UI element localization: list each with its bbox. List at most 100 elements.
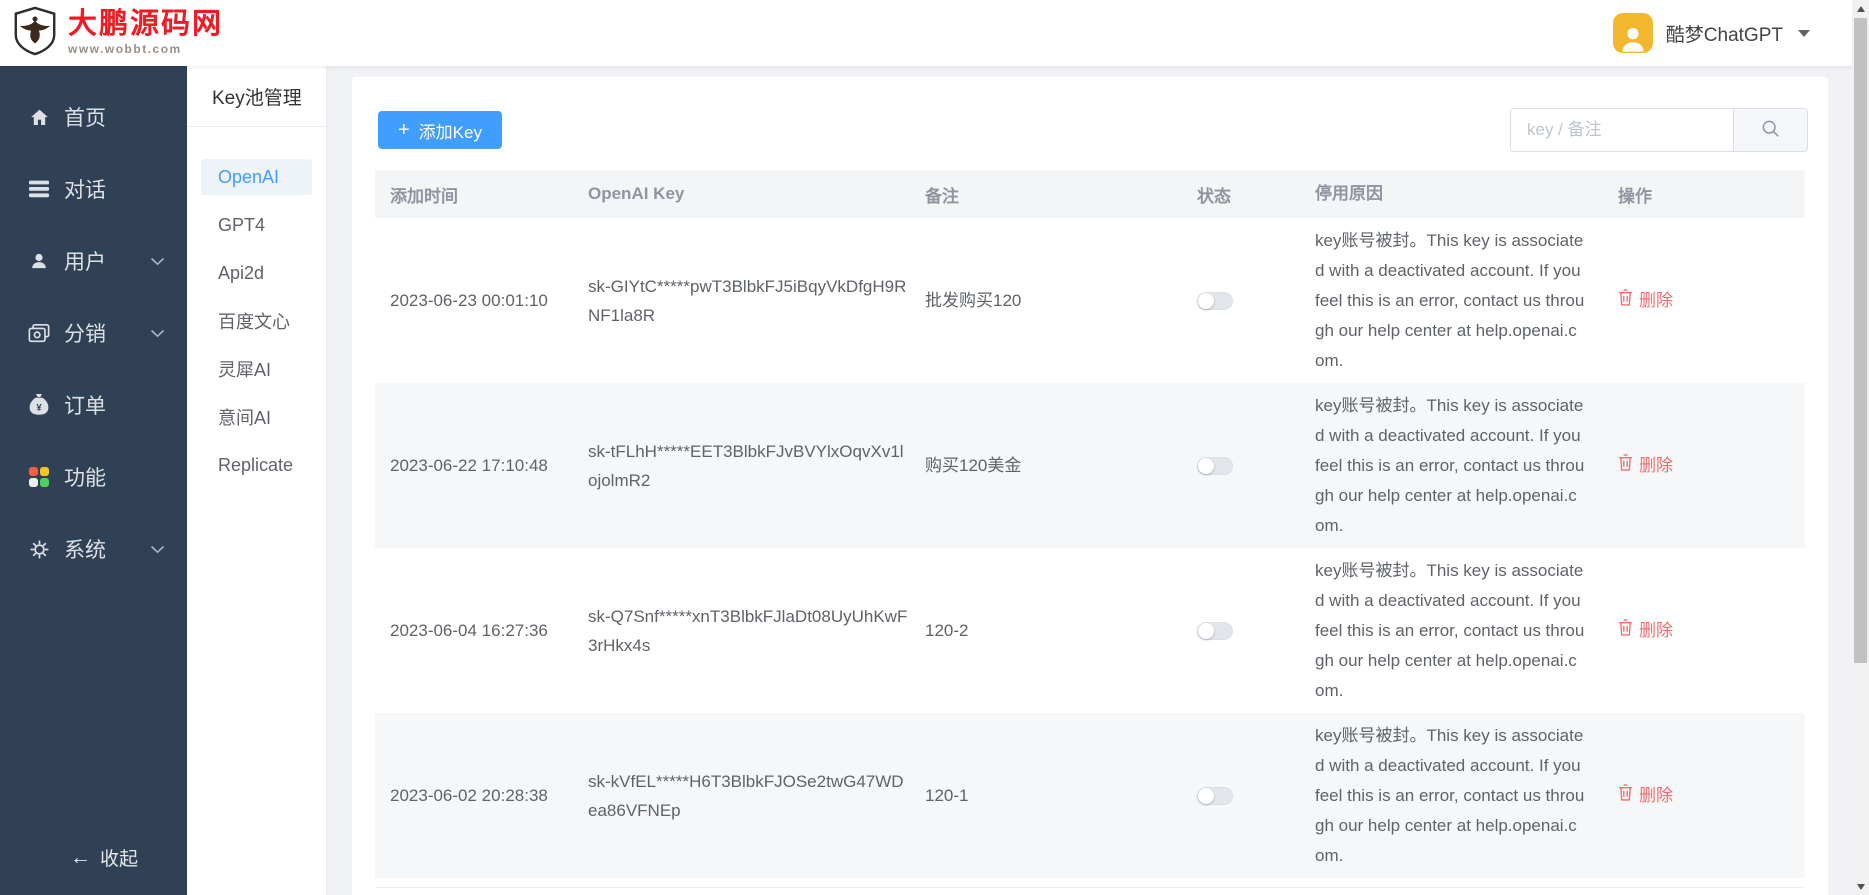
sidebar-item-users[interactable]: 用户 bbox=[0, 236, 187, 286]
delete-button[interactable]: 删除 bbox=[1618, 781, 1673, 810]
column-header-time: 添加时间 bbox=[390, 186, 458, 206]
scroll-down-arrow-icon bbox=[1856, 883, 1865, 890]
chevron-down-icon bbox=[150, 329, 165, 338]
person-icon bbox=[1622, 28, 1644, 52]
cell-action: 删除 bbox=[1600, 781, 1805, 810]
submenu-item-lingxi-ai[interactable]: 灵犀AI bbox=[201, 351, 312, 387]
cell-openai-key: sk-Q7Snf*****xnT3BlbkFJlaDt08UyUhKwF3rHk… bbox=[588, 606, 908, 655]
sidebar-item-distribution[interactable]: 分销 bbox=[0, 308, 187, 358]
delete-label: 删除 bbox=[1639, 621, 1673, 640]
sidebar-item-label: 功能 bbox=[64, 467, 106, 490]
cell-added-time: 2023-06-22 17:10:48 bbox=[390, 456, 548, 475]
distribution-icon bbox=[27, 323, 51, 344]
chevron-down-icon bbox=[150, 257, 165, 266]
cell-action: 删除 bbox=[1600, 286, 1805, 315]
sidebar-item-orders[interactable]: ¥ 订单 bbox=[0, 380, 187, 430]
cell-disable-reason: key账号被封。This key is associated with a de… bbox=[1315, 395, 1585, 535]
cell-status bbox=[1182, 621, 1300, 640]
logo-subtitle: www.wobbt.com bbox=[68, 42, 182, 56]
trash-icon bbox=[1618, 616, 1633, 645]
cell-disable-reason: key账号被封。This key is associated with a de… bbox=[1315, 725, 1585, 865]
status-toggle[interactable] bbox=[1197, 291, 1233, 310]
delete-button[interactable]: 删除 bbox=[1618, 286, 1673, 315]
sidebar-item-label: 首页 bbox=[64, 107, 106, 130]
toggle-knob bbox=[1198, 457, 1214, 474]
scrollbar-thumb[interactable] bbox=[1854, 18, 1867, 663]
table-row: 2023-06-02 20:28:38 sk-kVfEL*****H6T3Blb… bbox=[375, 713, 1805, 878]
submenu-item-openai[interactable]: OpenAI bbox=[201, 159, 312, 195]
scroll-up-button[interactable] bbox=[1852, 0, 1869, 17]
sidebar: 首页 对话 用户 分销 ¥ 订单 功能 系统 ← 收起 bbox=[0, 66, 187, 895]
search-icon bbox=[1761, 119, 1780, 141]
submenu-item-replicate[interactable]: Replicate bbox=[201, 447, 312, 483]
table-row: 2023-06-22 17:10:48 sk-tFLhH*****EET3Blb… bbox=[375, 383, 1805, 548]
search-button[interactable] bbox=[1733, 108, 1808, 152]
content-card: + 添加Key 添加时间 bbox=[352, 77, 1828, 895]
cell-note: 购买120美金 bbox=[925, 456, 1022, 475]
sidebar-item-home[interactable]: 首页 bbox=[0, 92, 187, 142]
sidebar-nav: 首页 对话 用户 分销 ¥ 订单 功能 系统 bbox=[0, 66, 187, 574]
home-icon bbox=[27, 107, 51, 128]
dropdown-caret-icon bbox=[1798, 29, 1810, 37]
column-header-key: OpenAI Key bbox=[588, 184, 685, 203]
delete-label: 删除 bbox=[1639, 291, 1673, 310]
main-content: + 添加Key 添加时间 bbox=[327, 66, 1852, 895]
submenu-title: Key池管理 bbox=[187, 66, 326, 127]
sidebar-item-features[interactable]: 功能 bbox=[0, 452, 187, 502]
sidebar-item-chat[interactable]: 对话 bbox=[0, 164, 187, 214]
sidebar-item-label: 订单 bbox=[64, 395, 106, 418]
left-arrow-icon: ← bbox=[70, 846, 91, 869]
collapse-sidebar-button[interactable]: ← 收起 bbox=[0, 844, 187, 871]
cell-disable-reason: key账号被封。This key is associated with a de… bbox=[1315, 560, 1585, 700]
add-key-button[interactable]: + 添加Key bbox=[378, 111, 502, 149]
user-icon bbox=[27, 251, 51, 271]
cell-status bbox=[1182, 291, 1300, 310]
key-pool-submenu: Key池管理 OpenAI GPT4 Api2d 百度文心 灵犀AI 意间AI … bbox=[187, 66, 327, 895]
status-toggle[interactable] bbox=[1197, 621, 1233, 640]
add-key-label: 添加Key bbox=[418, 122, 482, 142]
cell-note: 120-2 bbox=[925, 621, 969, 640]
status-toggle[interactable] bbox=[1197, 786, 1233, 805]
sidebar-item-label: 系统 bbox=[64, 539, 106, 562]
sidebar-item-label: 对话 bbox=[64, 179, 106, 202]
cell-note: 120-1 bbox=[925, 786, 969, 805]
cell-openai-key: sk-tFLhH*****EET3BlbkFJvBVYlxOqvXv1lojol… bbox=[588, 441, 904, 490]
table-header: 添加时间 OpenAI Key 备注 状态 停用原因 操作 bbox=[375, 170, 1805, 218]
submenu-item-baidu-wenxin[interactable]: 百度文心 bbox=[201, 303, 312, 339]
user-menu[interactable]: 酷梦ChatGPT bbox=[1612, 13, 1852, 53]
cell-openai-key: sk-GIYtC*****pwT3BlbkFJ5iBqyVkDfgH9RNF1l… bbox=[588, 276, 907, 325]
search-input[interactable] bbox=[1510, 108, 1733, 152]
scroll-down-button[interactable] bbox=[1852, 878, 1869, 895]
scroll-up-arrow-icon bbox=[1856, 5, 1865, 12]
svg-text:¥: ¥ bbox=[36, 403, 42, 414]
toggle-knob bbox=[1198, 787, 1214, 804]
column-header-action: 操作 bbox=[1618, 186, 1652, 206]
logo-title: 大鹏源码网 bbox=[68, 8, 224, 40]
delete-button[interactable]: 删除 bbox=[1618, 616, 1673, 645]
column-header-status: 状态 bbox=[1197, 186, 1231, 206]
vertical-scrollbar[interactable] bbox=[1852, 0, 1869, 895]
cell-openai-key: sk-kVfEL*****H6T3BlbkFJOSe2twG47WDea86VF… bbox=[588, 771, 904, 820]
submenu-item-yijian-ai[interactable]: 意间AI bbox=[201, 399, 312, 435]
delete-button[interactable]: 删除 bbox=[1618, 451, 1673, 480]
table-row: 2023-06-23 00:01:10 sk-GIYtC*****pwT3Blb… bbox=[375, 218, 1805, 383]
next-row-divider bbox=[375, 878, 1805, 888]
status-toggle[interactable] bbox=[1197, 456, 1233, 475]
sidebar-item-system[interactable]: 系统 bbox=[0, 524, 187, 574]
chat-icon bbox=[27, 180, 51, 198]
cell-status bbox=[1182, 456, 1300, 475]
delete-label: 删除 bbox=[1639, 786, 1673, 805]
submenu-item-gpt4[interactable]: GPT4 bbox=[201, 207, 312, 243]
toggle-knob bbox=[1198, 622, 1214, 639]
search-group bbox=[1510, 108, 1808, 152]
cell-status bbox=[1182, 786, 1300, 805]
toolbar: + 添加Key bbox=[378, 108, 1808, 152]
cell-action: 删除 bbox=[1600, 451, 1805, 480]
submenu-item-api2d[interactable]: Api2d bbox=[201, 255, 312, 291]
site-logo[interactable]: 大鹏源码网 www.wobbt.com bbox=[0, 6, 223, 61]
cell-added-time: 2023-06-02 20:28:38 bbox=[390, 786, 548, 805]
column-header-note: 备注 bbox=[925, 186, 959, 206]
trash-icon bbox=[1618, 781, 1633, 810]
trash-icon bbox=[1618, 286, 1633, 315]
cell-added-time: 2023-06-23 00:01:10 bbox=[390, 291, 548, 310]
